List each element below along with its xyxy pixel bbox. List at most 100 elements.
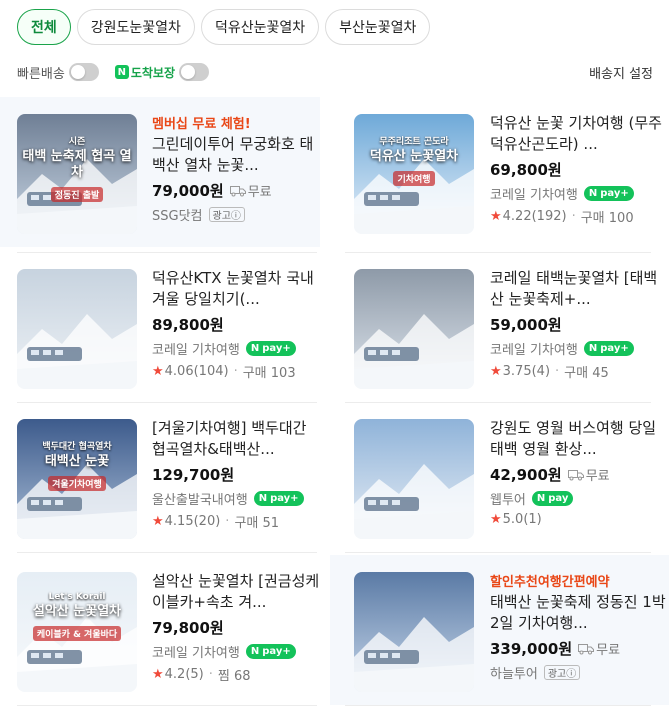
shipping-info: 무료 xyxy=(567,465,610,484)
chip-all[interactable]: 전체 xyxy=(17,9,71,45)
thumbnail-caption: 시즌 태백 눈축제 협곡 열차 정동진 출발 xyxy=(17,134,137,202)
thumbnail-sub: Let's Korail xyxy=(48,592,106,602)
thumbnail-title: 덕유산 눈꽃열차 xyxy=(369,149,459,164)
product-thumbnail[interactable]: Let's Korail 설악산 눈꽃열차 케이블카 & 겨울바다 xyxy=(17,572,137,692)
promo-label: 할인추천여행간편예약 xyxy=(490,575,610,590)
product-price: 89,800원 xyxy=(152,316,224,334)
product-info: 멤버십 무료 체험! 그린데이투어 무궁화호 태백산 열차 눈꽃... 79,000… xyxy=(152,113,320,224)
npay-badge: Npay+ xyxy=(245,644,296,659)
ad-badge[interactable]: 광고ⓘ xyxy=(543,665,581,680)
product-title[interactable]: 덕유산 눈꽃 기차여행 (무주덕유산곤도라) ... xyxy=(490,113,669,155)
arrival-guarantee: N 도착보장 xyxy=(114,63,210,81)
category-chips: 전체 강원도눈꽃열차 덕유산눈꽃열차 부산눈꽃열차 xyxy=(17,9,431,45)
purchase-count: 구매 100 xyxy=(580,211,634,226)
row-divider xyxy=(345,552,651,553)
rating-row: ★ 3.75 (4) · 구매 45 xyxy=(490,362,669,381)
product-title[interactable]: 설악산 눈꽃열차 [권금성케이블카+속초 겨... xyxy=(152,571,320,613)
product-info: 덕유산 눈꽃 기차여행 (무주덕유산곤도라) ... 69,800원코레일 기차여… xyxy=(490,113,669,226)
truck-icon xyxy=(229,185,246,196)
rating-row: ★ 4.06 (104) · 구매 103 xyxy=(152,362,320,381)
seller-name: 울산출발국내여행 xyxy=(152,493,248,508)
review-count: (104) xyxy=(193,364,229,379)
product-info: 할인추천여행간편예약 태백산 눈꽃축제 정동진 1박2일 기차여행... 339,0… xyxy=(490,571,669,682)
price-row: 129,700원 xyxy=(152,464,320,485)
thumbnail-title: 설악산 눈꽃열차 xyxy=(32,604,122,619)
seller-name: 웹투어 xyxy=(490,493,526,508)
product-thumbnail[interactable]: 무주리조트 곤도라덕유산 눈꽃열차기차여행 xyxy=(354,114,474,234)
product-thumbnail[interactable]: 백두대간 협곡열차 태백산 눈꽃 겨울기차여행 xyxy=(17,419,137,539)
arrival-guarantee-toggle[interactable] xyxy=(179,63,210,81)
product-price: 129,700원 xyxy=(152,466,235,484)
seller-row: 코레일 기차여행 Npay+ xyxy=(490,339,669,358)
rating-value: 3.75 xyxy=(502,364,532,379)
purchase-count: 찜 68 xyxy=(217,669,251,684)
shipping-info: 무료 xyxy=(229,181,272,200)
promo-label: 멤버십 무료 체험! xyxy=(152,117,251,132)
product-title[interactable]: 코레일 태백눈꽃열차 [태백산 눈꽃축제+... xyxy=(490,268,669,310)
npay-n-icon: N xyxy=(258,493,268,504)
rating-value: 4.22 xyxy=(502,209,532,224)
rating-value: 5.0 xyxy=(502,512,524,527)
ship-settings-link[interactable]: 배송지 설정 xyxy=(589,63,653,82)
row-divider xyxy=(345,705,651,706)
review-count: (20) xyxy=(193,514,221,529)
npay-n-icon: N xyxy=(588,343,598,354)
separator-dot: · xyxy=(571,209,576,224)
rating-row: ★ 4.15 (20) · 구매 51 xyxy=(152,512,320,531)
chip-busan[interactable]: 부산눈꽃열차 xyxy=(325,9,431,45)
chip-gangwon[interactable]: 강원도눈꽃열차 xyxy=(76,9,195,45)
seller-row: 코레일 기차여행 Npay+ xyxy=(490,184,669,203)
product-thumbnail[interactable] xyxy=(354,269,474,389)
npay-badge: Npay+ xyxy=(583,341,634,356)
separator-dot: · xyxy=(208,667,213,682)
product-thumbnail[interactable] xyxy=(17,269,137,389)
shipping-info: 무료 xyxy=(578,639,620,658)
review-count: (1) xyxy=(523,512,542,527)
separator-dot: · xyxy=(555,364,560,379)
product-title[interactable]: 태백산 눈꽃축제 정동진 1박2일 기차여행... xyxy=(490,592,669,634)
npay-label: pay+ xyxy=(270,493,299,504)
product-info: 설악산 눈꽃열차 [권금성케이블카+속초 겨... 79,800원 코레일 기차여행… xyxy=(152,571,320,684)
ad-badge[interactable]: 광고ⓘ xyxy=(208,207,245,222)
product-card[interactable]: Let's Korail 설악산 눈꽃열차 케이블카 & 겨울바다 설악산 눈꽃열차 … xyxy=(0,555,320,705)
thumbnail-image xyxy=(354,419,474,539)
star-icon: ★ xyxy=(152,364,164,379)
product-title[interactable]: 덕유산KTX 눈꽃열차 국내 겨울 당일치기(... xyxy=(152,268,320,310)
rating-value: 4.06 xyxy=(164,364,194,379)
shipping-label: 무료 xyxy=(247,185,272,200)
npay-badge: Npay+ xyxy=(253,491,304,506)
product-card[interactable]: 백두대간 협곡열차 태백산 눈꽃 겨울기차여행 [겨울기차여행] 백두대간 협곡열차&… xyxy=(0,402,320,552)
purchase-count: 구매 51 xyxy=(234,516,280,531)
rating-value: 4.15 xyxy=(164,514,194,529)
product-card[interactable]: 강원도 영월 버스여행 당일 태백 영월 환상... 42,900원 무료 웹투어 Np… xyxy=(330,402,669,552)
fast-delivery-toggle[interactable] xyxy=(68,63,99,81)
npay-label: pay+ xyxy=(600,188,629,199)
npay-label: pay xyxy=(548,493,569,504)
thumbnail-sub: 백두대간 협곡열차 xyxy=(42,442,112,452)
product-card[interactable]: 무주리조트 곤도라 덕유산 눈꽃열차 기차여행 덕유산 눈꽃 기차여행 (무주덕유산곤… xyxy=(330,97,669,247)
product-card[interactable]: 코레일 태백눈꽃열차 [태백산 눈꽃축제+... 59,000원 코레일 기차여행 N… xyxy=(330,252,669,402)
review-count: (192) xyxy=(531,209,567,224)
product-price: 69,800원 xyxy=(490,161,562,179)
purchase-count: 구매 103 xyxy=(242,366,296,381)
product-thumbnail[interactable]: 시즌 태백 눈축제 협곡 열차 정동진 출발 xyxy=(17,114,137,234)
seller-name: 하늘투어 xyxy=(490,667,538,682)
product-title[interactable]: [겨울기차여행] 백두대간 협곡열차&태백산... xyxy=(152,418,320,460)
product-card[interactable]: 덕유산KTX 눈꽃열차 국내 겨울 당일치기(... 89,800원 코레일 기차여… xyxy=(0,252,320,402)
product-title[interactable]: 강원도 영월 버스여행 당일 태백 영월 환상... xyxy=(490,418,669,460)
npay-n-icon: N xyxy=(250,646,260,657)
shipping-label: 무료 xyxy=(585,469,610,484)
product-price: 79,800원 xyxy=(152,619,224,637)
thumbnail-sub: 무주리조트 곤도라 xyxy=(379,137,449,147)
npay-badge: Npay xyxy=(531,491,574,506)
product-title[interactable]: 그린데이투어 무궁화호 태백산 열차 눈꽃... xyxy=(152,134,320,176)
thumbnail-sub2: 기차여행 xyxy=(393,171,435,186)
product-info: 덕유산KTX 눈꽃열차 국내 겨울 당일치기(... 89,800원 코레일 기차여… xyxy=(152,268,320,381)
rating-row: ★ 4.2 (5) · 찜 68 xyxy=(152,665,320,684)
product-card[interactable]: 할인추천여행간편예약 태백산 눈꽃축제 정동진 1박2일 기차여행... 339,0… xyxy=(330,555,669,705)
product-card[interactable]: 시즌 태백 눈축제 협곡 열차 정동진 출발 멤버십 무료 체험! 그린데이투어 무궁화… xyxy=(0,97,320,247)
chip-deogyusan[interactable]: 덕유산눈꽃열차 xyxy=(200,9,320,45)
product-thumbnail[interactable] xyxy=(354,419,474,539)
product-thumbnail[interactable] xyxy=(354,572,474,692)
price-row: 79,000원 무료 xyxy=(152,180,320,201)
